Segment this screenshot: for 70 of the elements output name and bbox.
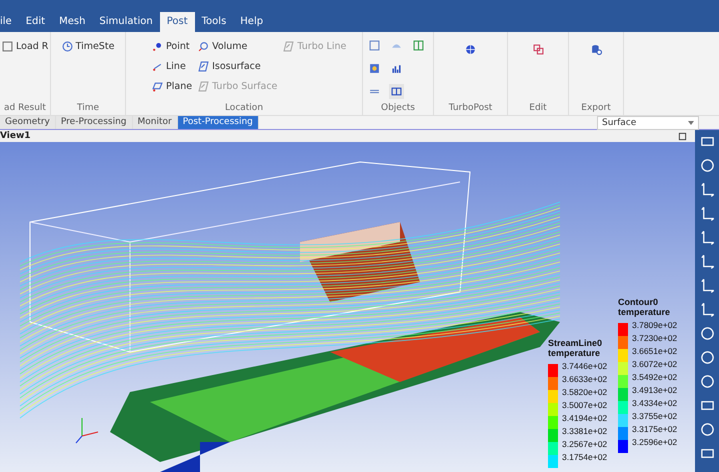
group-label: Edit [529,102,547,115]
copy-icon[interactable] [530,42,546,57]
legend-value: 3.7809e+02 [632,319,678,332]
location-button[interactable]: Isosurface [196,56,280,76]
legend-variable: temperature [618,307,672,317]
legend-value: 3.2596e+02 [632,436,678,449]
menu-item[interactable]: Post [160,12,195,32]
legend-value: 3.4194e+02 [562,412,608,425]
group-label: Time [76,102,100,115]
legend-value: 3.2567e+02 [562,438,608,451]
legend-title: StreamLine0 [548,338,604,348]
location-button[interactable]: Point [150,36,194,56]
plane-icon [152,80,163,92]
tab[interactable]: Pre-Processing [56,116,133,129]
legend-value: 3.1754e+02 [562,451,608,464]
split-panel-icon[interactable] [411,38,426,53]
menu-item[interactable]: Mesh [52,12,92,32]
tab[interactable]: Post-Processing [178,116,259,129]
legend-value: 3.5007e+02 [562,399,608,412]
legend-title: Contour0 [618,297,659,307]
tab[interactable]: Monitor [132,116,178,129]
location-button[interactable]: Plane [150,76,194,96]
view-title: View1 [0,131,31,141]
time-step-button[interactable]: TimeSte [60,36,116,56]
surface-icon [283,40,294,52]
menu-item[interactable]: Simulation [92,12,160,32]
caret-icon [688,121,694,125]
legend-value: 3.7446e+02 [562,360,608,373]
columns-icon[interactable] [389,84,404,99]
group-label: Export [581,102,611,115]
group-label: ad Result [4,102,46,115]
menu-item[interactable]: Edit [18,12,52,32]
display-dropdown[interactable]: Surface [597,116,699,130]
legend-value: 3.6651e+02 [632,345,678,358]
legend-value: 3.6072e+02 [632,358,678,371]
square-icon [2,40,13,52]
axis-view-icon[interactable] [700,278,714,293]
point-icon [152,40,163,52]
globe-icon[interactable] [463,42,478,57]
legend-value: 3.3175e+02 [632,423,678,436]
menu-item[interactable]: Help [233,12,270,32]
legend-value: 3.4913e+02 [632,384,678,397]
legend-value: 3.4334e+02 [632,397,678,410]
legend-value: 3.5492e+02 [632,371,678,384]
axis-view-icon[interactable] [700,230,714,245]
load-result-button[interactable]: Load R [0,36,50,56]
surface-icon [198,80,210,92]
clock-icon [62,40,73,52]
legend-variable: temperature [548,348,602,358]
location-button[interactable]: Volume [196,36,280,56]
group-label: Objects [380,102,415,115]
menu-item[interactable]: Tools [194,12,234,32]
group-label: Location [224,102,264,115]
surface-icon [198,60,210,72]
legend-value: 3.7230e+02 [632,332,678,345]
legend-value: 3.5820e+02 [562,386,608,399]
legend-value: 3.3755e+02 [632,410,678,423]
group-label: TurboPost [448,102,492,115]
legend-value: 3.6633e+02 [562,373,608,386]
menu-item[interactable]: ile [0,12,19,32]
maximize-icon[interactable] [678,132,687,140]
axis-view-icon[interactable] [700,254,714,269]
location-button[interactable]: Line [150,56,194,76]
axis-view-icon[interactable] [700,302,714,317]
framed-image-icon[interactable] [367,61,382,76]
legend-value: 3.3381e+02 [562,425,608,438]
volume-icon [198,40,210,52]
axis-view-icon[interactable] [700,182,714,197]
axis-view-icon[interactable] [700,206,714,221]
tab[interactable]: Geometry [0,116,56,129]
